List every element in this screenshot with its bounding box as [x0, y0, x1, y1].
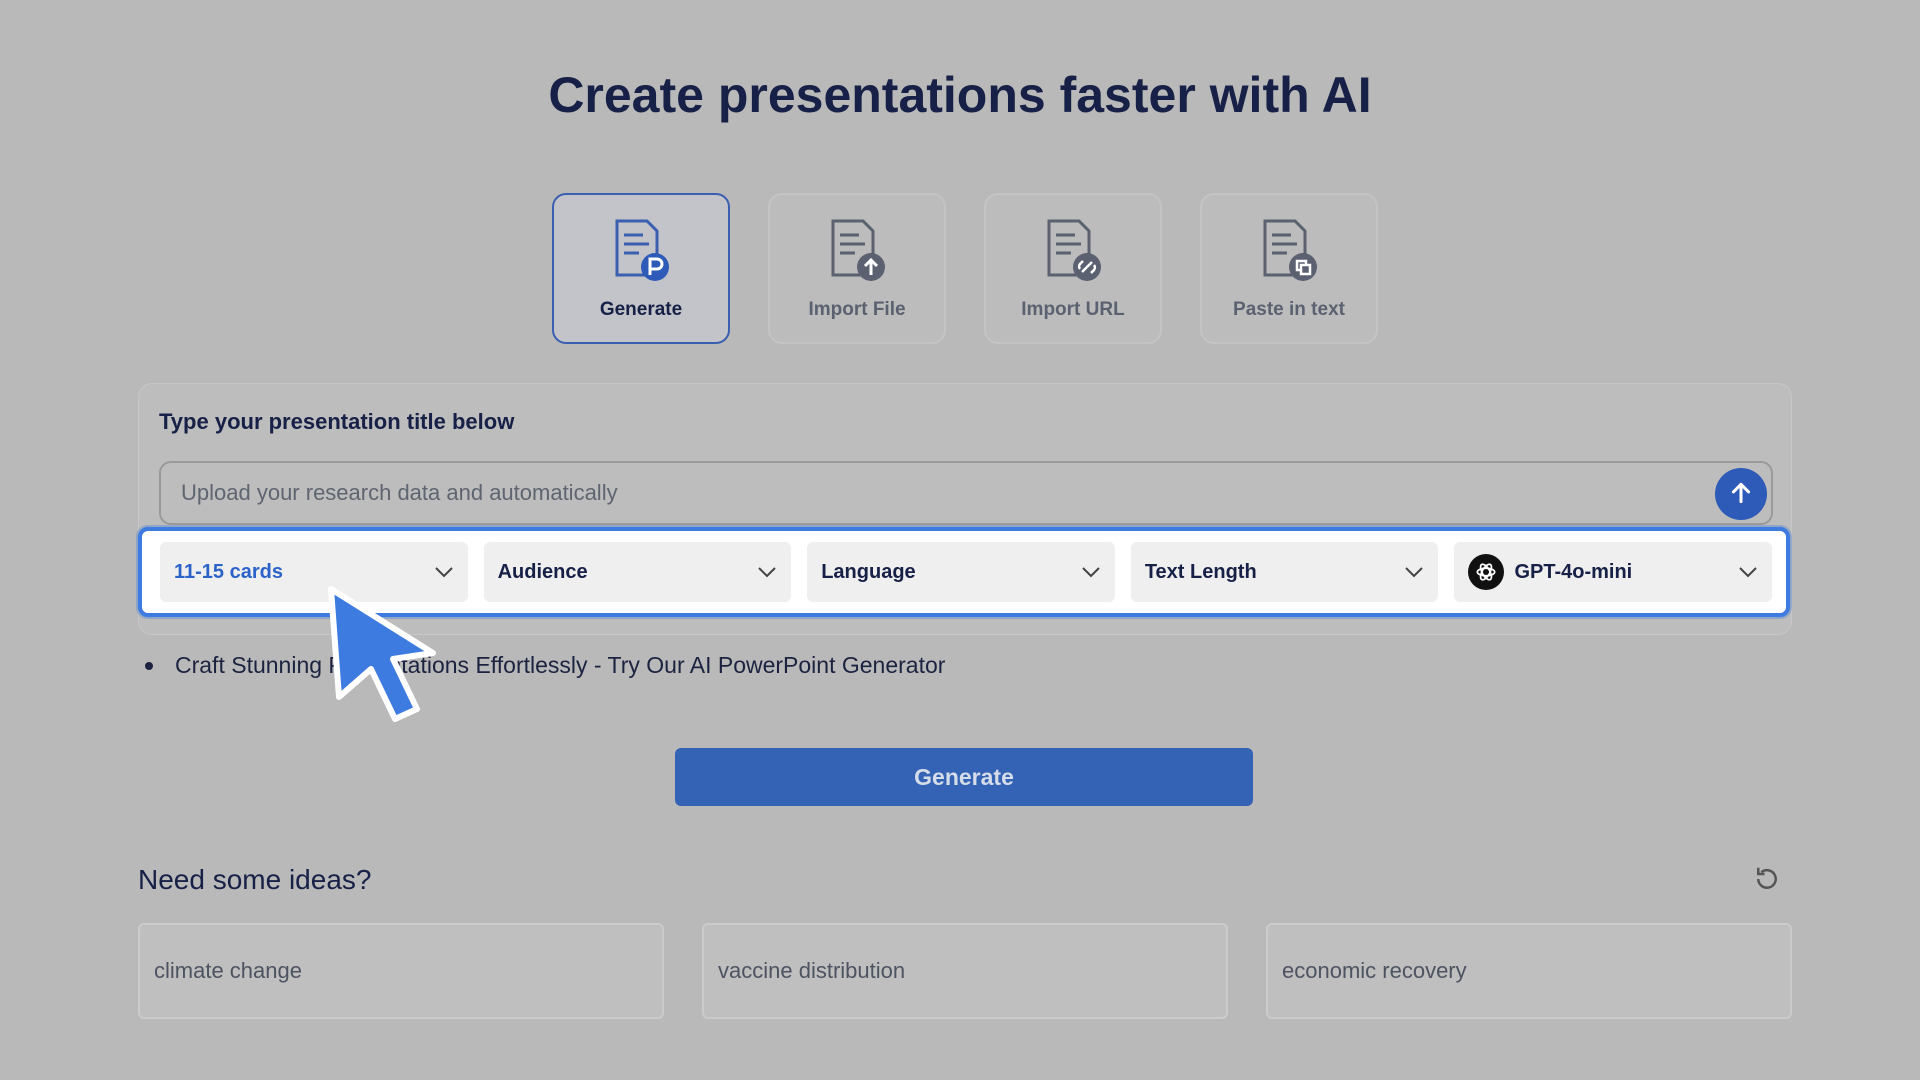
mode-card-import-file[interactable]: Import File	[768, 193, 946, 344]
language-value: Language	[821, 560, 916, 583]
page: Create presentations faster with AI Gene…	[0, 0, 1920, 1080]
ideas-title: Need some ideas?	[138, 864, 372, 895]
doc-link-icon	[1041, 217, 1105, 287]
doc-paste-icon	[1257, 217, 1321, 287]
mode-card-paste-text[interactable]: Paste in text	[1200, 193, 1378, 344]
openai-logo-icon	[1468, 554, 1505, 590]
doc-generate-icon	[609, 217, 673, 287]
generate-button[interactable]: Generate	[675, 748, 1253, 806]
chevron-down-icon	[757, 566, 777, 578]
bullet	[145, 661, 153, 670]
text-length-value: Text Length	[1144, 560, 1257, 583]
hint-text: Craft Stunning Presentations Effortlessl…	[175, 652, 946, 678]
upload-button[interactable]	[1715, 468, 1767, 520]
options-bar: 11-15 cards Audience Language Text Lengt…	[138, 527, 1790, 617]
cards-select[interactable]: 11-15 cards	[160, 542, 468, 602]
mode-label: Import File	[808, 299, 906, 320]
mode-label: Paste in text	[1233, 299, 1345, 320]
refresh-icon[interactable]	[1752, 864, 1782, 894]
chevron-down-icon	[1081, 566, 1101, 578]
mode-label: Generate	[599, 299, 683, 320]
arrow-up-icon	[1728, 480, 1754, 509]
title-input[interactable]	[161, 463, 1771, 523]
idea-card[interactable]: climate change	[138, 923, 664, 1019]
model-select[interactable]: GPT-4o-mini	[1454, 542, 1773, 602]
hint-list-item: Craft Stunning Presentations Effortlessl…	[145, 652, 945, 679]
panel-label: Type your presentation title below	[159, 409, 515, 434]
mode-selector: Generate Import File Import URL Paste in…	[552, 193, 1378, 344]
text-length-select[interactable]: Text Length	[1130, 542, 1439, 602]
cards-value: 11-15 cards	[174, 560, 283, 583]
audience-value: Audience	[497, 560, 588, 583]
mode-card-generate[interactable]: Generate	[552, 193, 730, 344]
audience-select[interactable]: Audience	[483, 542, 792, 602]
page-title: Create presentations faster with AI	[548, 67, 1372, 123]
chevron-down-icon	[1404, 566, 1424, 578]
doc-upload-icon	[825, 217, 889, 287]
language-select[interactable]: Language	[807, 542, 1115, 602]
ideas-list: climate change vaccine distribution econ…	[138, 923, 1792, 1019]
mode-card-import-url[interactable]: Import URL	[984, 193, 1162, 344]
idea-card[interactable]: economic recovery	[1266, 923, 1792, 1019]
model-value: GPT-4o-mini	[1514, 560, 1633, 583]
idea-card[interactable]: vaccine distribution	[702, 923, 1228, 1019]
title-input-container	[159, 461, 1773, 525]
chevron-down-icon	[434, 566, 454, 578]
model-left: GPT-4o-mini	[1468, 554, 1632, 590]
mode-label: Import URL	[1021, 299, 1125, 320]
chevron-down-icon	[1738, 566, 1758, 578]
